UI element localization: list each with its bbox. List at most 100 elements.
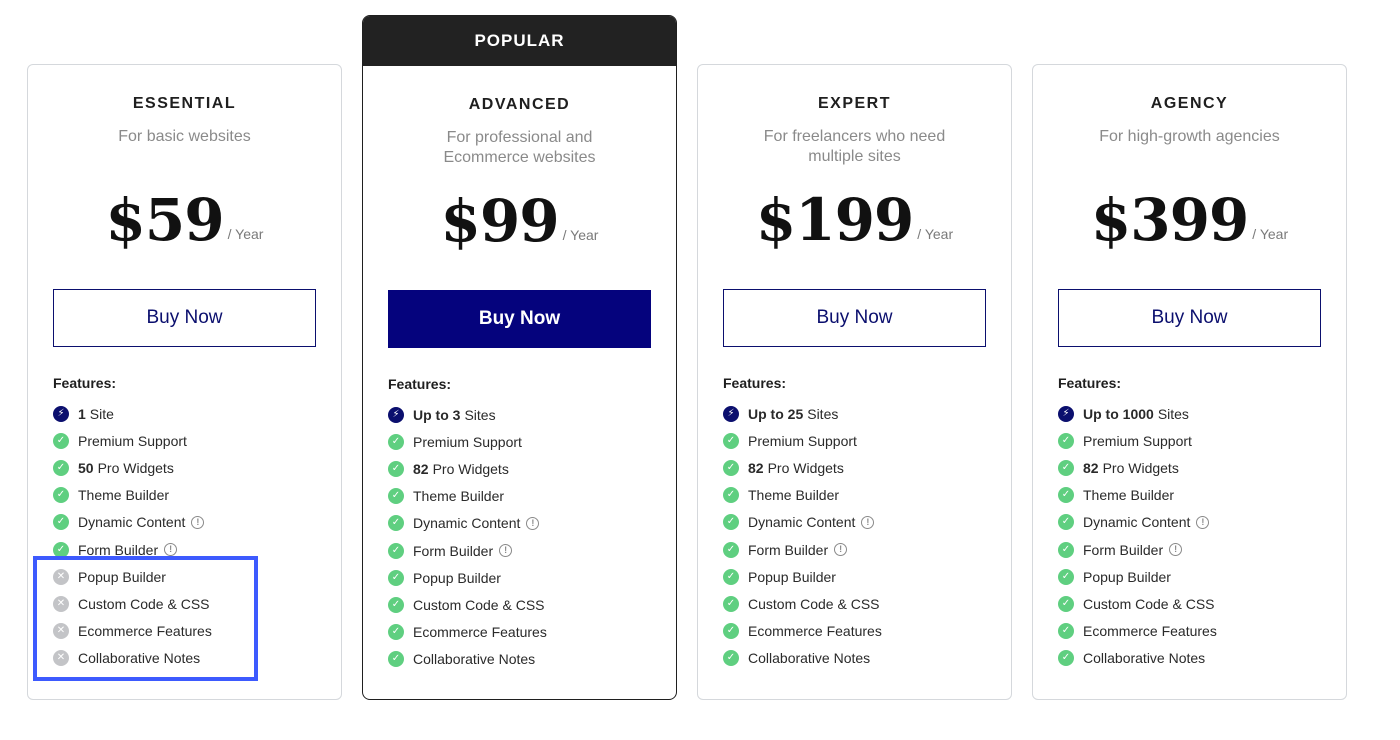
- feature-label: Site: [89, 405, 114, 422]
- check-icon: ✓: [388, 542, 404, 559]
- feature-item: ✕ Ecommerce Features: [53, 618, 331, 645]
- feature-label: Pro Widgets: [432, 460, 509, 477]
- feature-item: ⚡ Up to 1000 Sites: [1058, 400, 1336, 427]
- check-icon: ✓: [723, 595, 739, 612]
- plan-name: EXPERT: [817, 95, 891, 112]
- feature-label: Dynamic Content: [78, 514, 186, 531]
- check-icon: ✓: [388, 433, 404, 450]
- info-icon[interactable]: !: [526, 516, 540, 530]
- feature-item: ✕ Popup Builder: [53, 563, 331, 590]
- pricing-card-essential: ESSENTIAL For basic websites $59/ Year Buy …: [27, 64, 342, 700]
- feature-label: Theme Builder: [1083, 487, 1175, 504]
- feature-label: Sites: [807, 405, 839, 422]
- plan-name: AGENCY: [1150, 95, 1229, 112]
- buy-now-button[interactable]: Buy Now: [53, 289, 316, 347]
- feature-item: ✓ Popup Builder: [388, 564, 666, 591]
- feature-item: ✓ 50 Pro Widgets: [53, 454, 331, 481]
- cross-icon: ✕: [53, 650, 69, 667]
- bolt-icon: ⚡: [388, 406, 404, 423]
- feature-item: ✓ Premium Support: [723, 427, 1001, 454]
- card-body: ESSENTIAL For basic websites $59/ Year Buy …: [28, 65, 341, 699]
- feature-label: Pro Widgets: [1102, 459, 1179, 476]
- price-period: / Year: [227, 226, 264, 242]
- check-icon: ✓: [53, 514, 69, 531]
- feature-item: ✓ Ecommerce Features: [388, 619, 666, 646]
- info-icon[interactable]: !: [1169, 543, 1183, 557]
- feature-label: Custom Code & CSS: [413, 596, 545, 613]
- check-icon: ✓: [53, 487, 69, 504]
- check-icon: ✓: [53, 459, 69, 476]
- buy-now-button[interactable]: Buy Now: [723, 289, 986, 347]
- feature-item: ✓ Theme Builder: [723, 482, 1001, 509]
- feature-label: Premium Support: [1083, 432, 1192, 449]
- feature-label: Pro Widgets: [97, 459, 174, 476]
- feature-item: ✓ Dynamic Content!: [53, 509, 331, 536]
- feature-highlight: 1: [78, 405, 86, 422]
- price-amount: $99: [440, 187, 560, 255]
- check-icon: ✓: [1058, 487, 1074, 504]
- feature-item: ✓ Ecommerce Features: [723, 618, 1001, 645]
- check-icon: ✓: [723, 568, 739, 585]
- check-icon: ✓: [388, 460, 404, 477]
- price-period: / Year: [1252, 226, 1289, 242]
- feature-highlight: 82: [413, 460, 429, 477]
- bolt-icon: ⚡: [723, 405, 739, 422]
- price-period: / Year: [562, 227, 599, 243]
- feature-item: ✕ Collaborative Notes: [53, 645, 331, 672]
- feature-label: Dynamic Content: [1083, 514, 1191, 531]
- feature-label: Collaborative Notes: [413, 651, 536, 668]
- card-body: AGENCY For high-growth agencies $399/ Year…: [1033, 65, 1346, 699]
- info-icon[interactable]: !: [861, 515, 875, 529]
- buy-now-button[interactable]: Buy Now: [1058, 289, 1321, 347]
- features-title: Features:: [723, 375, 787, 391]
- check-icon: ✓: [1058, 595, 1074, 612]
- check-icon: ✓: [1058, 650, 1074, 667]
- check-icon: ✓: [388, 569, 404, 586]
- feature-label: Pro Widgets: [767, 459, 844, 476]
- price-row: $99/ Year: [363, 189, 676, 253]
- feature-item: ✓ Collaborative Notes: [1058, 645, 1336, 672]
- feature-highlight: 82: [1083, 459, 1099, 476]
- feature-label: Collaborative Notes: [78, 650, 201, 667]
- check-icon: ✓: [388, 651, 404, 668]
- feature-item: ✓ Collaborative Notes: [723, 645, 1001, 672]
- bolt-icon: ⚡: [1058, 405, 1074, 422]
- info-icon[interactable]: !: [164, 543, 178, 557]
- check-icon: ✓: [723, 623, 739, 640]
- check-icon: ✓: [1058, 459, 1074, 476]
- plan-description: For high-growth agencies: [1099, 128, 1280, 145]
- features-title: Features:: [53, 375, 117, 391]
- pricing-card-expert: EXPERT For freelancers who need multiple …: [697, 64, 1012, 700]
- price-amount: $59: [105, 186, 225, 254]
- plan-description: For freelancers who need multiple sites: [763, 128, 946, 165]
- check-icon: ✓: [53, 432, 69, 449]
- buy-now-button[interactable]: Buy Now: [388, 290, 651, 348]
- feature-label: Theme Builder: [413, 488, 505, 505]
- feature-label: Popup Builder: [1083, 568, 1171, 585]
- feature-label: Premium Support: [413, 433, 522, 450]
- feature-item: ✓ Custom Code & CSS: [723, 590, 1001, 617]
- feature-item: ⚡ Up to 3 Sites: [388, 401, 666, 428]
- features-list: ⚡ Up to 1000 Sites ✓ Premium Support ✓ 82 Pro W…: [1058, 400, 1336, 672]
- feature-highlight: Up to 25: [748, 405, 804, 422]
- info-icon[interactable]: !: [191, 515, 205, 529]
- feature-item: ✓ Theme Builder: [1058, 482, 1336, 509]
- feature-label: Ecommerce Features: [748, 623, 882, 640]
- cross-icon: ✕: [53, 568, 69, 585]
- feature-item: ✓ Premium Support: [1058, 427, 1336, 454]
- feature-item: ⚡ 1 Site: [53, 400, 331, 427]
- pricing-card-agency: AGENCY For high-growth agencies $399/ Year…: [1032, 64, 1347, 700]
- info-icon[interactable]: !: [834, 543, 848, 557]
- feature-item: ✓ Ecommerce Features: [1058, 618, 1336, 645]
- info-icon[interactable]: !: [499, 544, 513, 558]
- check-icon: ✓: [1058, 514, 1074, 531]
- feature-label: Popup Builder: [78, 568, 166, 585]
- feature-item: ✓ Theme Builder: [388, 483, 666, 510]
- feature-label: Ecommerce Features: [413, 624, 547, 641]
- check-icon: ✓: [1058, 568, 1074, 585]
- feature-item: ✓ Custom Code & CSS: [1058, 590, 1336, 617]
- feature-item: ✓ Dynamic Content!: [723, 509, 1001, 536]
- info-icon[interactable]: !: [1196, 515, 1210, 529]
- feature-label: Sites: [1157, 405, 1189, 422]
- features-title: Features:: [388, 376, 452, 392]
